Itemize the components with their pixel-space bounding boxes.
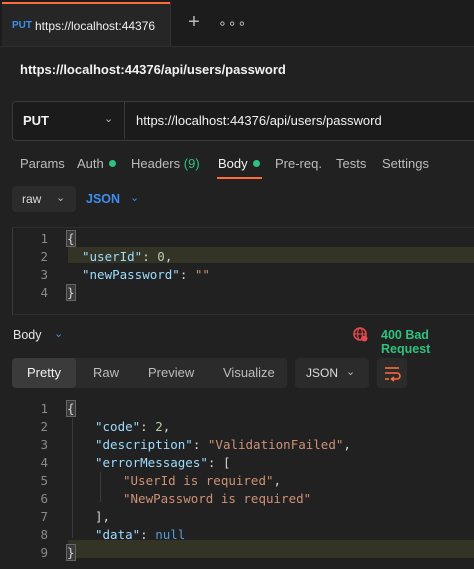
- tab-auth-label: Auth: [77, 156, 104, 171]
- chevron-down-icon[interactable]: ⌄: [54, 327, 63, 340]
- chevron-down-icon[interactable]: ⌄: [130, 191, 139, 204]
- active-tab-underline: [217, 177, 262, 179]
- code-line: "newPassword": "": [82, 267, 210, 282]
- code-line: "description": "ValidationFailed",: [95, 437, 351, 452]
- tab-prereq[interactable]: Pre-req.: [275, 156, 322, 171]
- line-number: 6: [40, 491, 48, 506]
- line-number: 2: [40, 249, 48, 264]
- line-number: 1: [40, 401, 48, 416]
- response-body-label[interactable]: Body: [13, 328, 42, 342]
- code-line: "UserId is required",: [123, 473, 282, 488]
- globe-error-icon: [353, 327, 368, 342]
- tab-more-button[interactable]: ∘∘∘: [218, 12, 246, 34]
- line-number: 3: [40, 267, 48, 282]
- indent-guide: [100, 472, 101, 502]
- response-format-label: JSON: [306, 366, 339, 380]
- view-visualize-button[interactable]: Visualize: [223, 365, 275, 380]
- code-line: "data": null: [95, 527, 186, 542]
- method-label: PUT: [23, 113, 49, 128]
- auth-status-dot: [108, 160, 116, 167]
- active-tab-indicator: [2, 2, 170, 4]
- line-number: 3: [40, 437, 48, 452]
- line-number: 5: [40, 473, 48, 488]
- current-line-highlight: [68, 540, 474, 558]
- plus-icon: +: [188, 11, 200, 33]
- chevron-down-icon: ⌄: [346, 366, 356, 378]
- tab-method: PUT: [12, 20, 32, 31]
- body-mode-label: raw: [22, 192, 42, 206]
- indent-guide: [72, 418, 73, 538]
- wrap-icon: [385, 367, 401, 382]
- open-brace: {: [66, 400, 76, 417]
- tab-body-label: Body: [218, 156, 248, 171]
- method-select[interactable]: PUT ⌄: [12, 101, 125, 139]
- view-raw-button[interactable]: Raw: [93, 365, 119, 380]
- body-status-dot: [252, 160, 260, 167]
- tab-params[interactable]: Params: [20, 156, 65, 171]
- open-brace: {: [66, 230, 76, 247]
- code-line: "errorMessages": [: [95, 455, 231, 470]
- headers-count: (9): [183, 156, 200, 171]
- new-tab-button[interactable]: +: [184, 12, 204, 34]
- chevron-down-icon: ⌄: [56, 192, 66, 204]
- status-badge[interactable]: 400 Bad Request: [381, 328, 474, 356]
- wrap-lines-button[interactable]: [377, 358, 407, 388]
- view-pretty-button[interactable]: Pretty: [27, 365, 61, 380]
- code-line: "userId": 0,: [82, 249, 173, 264]
- tab-tests[interactable]: Tests: [336, 156, 366, 171]
- response-format-select[interactable]: JSON ⌄: [295, 358, 369, 388]
- more-icon: ∘∘∘: [218, 15, 248, 31]
- line-number: 7: [40, 509, 48, 524]
- tab-title: https://localhost:44376: [35, 19, 155, 33]
- close-brace: }: [66, 544, 76, 561]
- line-number: 8: [40, 527, 48, 542]
- request-title[interactable]: https://localhost:44376/api/users/passwo…: [20, 62, 286, 77]
- body-format-select[interactable]: JSON: [86, 192, 120, 206]
- tab-auth[interactable]: Auth: [77, 156, 116, 171]
- tab-body[interactable]: Body: [218, 156, 260, 171]
- line-number: 4: [40, 455, 48, 470]
- close-brace: }: [66, 284, 76, 301]
- line-number: 4: [40, 285, 48, 300]
- line-number: 9: [40, 545, 48, 560]
- tab-headers[interactable]: Headers (9): [131, 156, 200, 171]
- url-input[interactable]: https://localhost:44376/api/users/passwo…: [136, 113, 382, 128]
- tab-settings[interactable]: Settings: [382, 156, 429, 171]
- chevron-down-icon: ⌄: [104, 113, 114, 125]
- code-line: "code": 2,: [95, 419, 171, 434]
- line-number: 1: [40, 231, 48, 246]
- code-line: ],: [95, 509, 111, 524]
- line-number: 2: [40, 419, 48, 434]
- code-line: "NewPassword is required": [123, 491, 312, 506]
- view-preview-button[interactable]: Preview: [148, 365, 194, 380]
- request-tab[interactable]: PUT https://localhost:44376: [2, 2, 171, 46]
- body-mode-select[interactable]: raw ⌄: [12, 186, 76, 212]
- tab-headers-label: Headers: [131, 156, 181, 171]
